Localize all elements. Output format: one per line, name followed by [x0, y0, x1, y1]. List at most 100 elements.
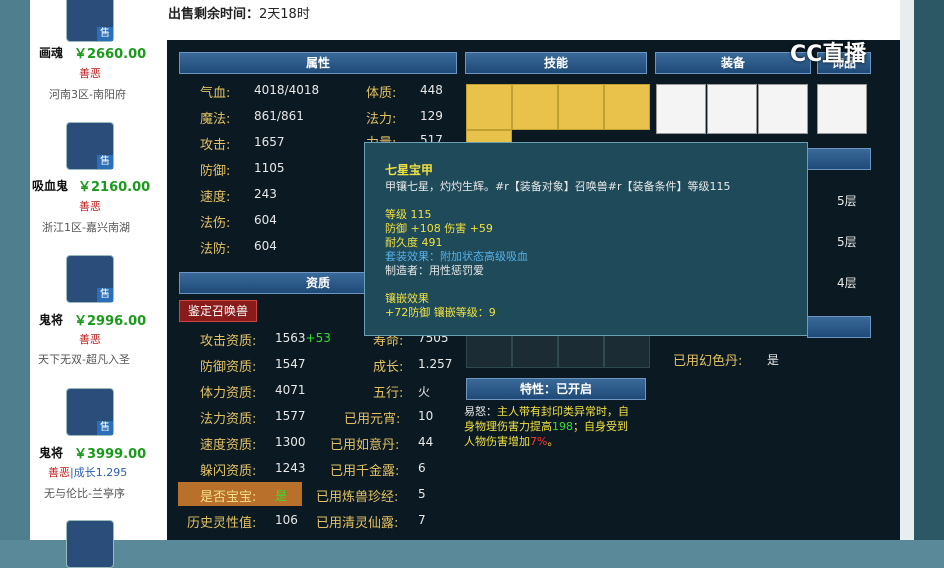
aptitude-label: 已用元宵: — [344, 412, 401, 427]
pet-avatar[interactable] — [66, 520, 114, 568]
attr-value: 604 — [254, 239, 277, 253]
attr-value: 861/861 — [254, 109, 304, 123]
attr-value: 448 — [420, 83, 443, 97]
ornament-flame-icon[interactable] — [817, 84, 867, 134]
sale-badge: 售 — [97, 421, 113, 435]
aptitude-label: 已用如意丹: — [330, 438, 400, 453]
pet-avatar[interactable]: 售 — [66, 0, 114, 42]
skill-slot-sun-icon[interactable] — [512, 84, 558, 130]
pet-price: ￥2160.00 — [78, 180, 151, 195]
sale-badge: 售 — [97, 155, 113, 169]
pet-type: 善恶 — [79, 67, 101, 80]
pet-avatar[interactable]: 售 — [66, 122, 114, 170]
equip-sub-header — [807, 148, 871, 170]
trait-header: 特性：已开启 — [466, 378, 646, 400]
attr-label: 气血: — [200, 86, 231, 101]
aptitude-label: 体力资质: — [200, 386, 257, 401]
equip-armor-icon[interactable] — [758, 84, 808, 134]
aptitude-value: 1577 — [275, 409, 306, 423]
pet-server: 天下无双-超凡入圣 — [38, 353, 130, 366]
skill-slot-eye-icon[interactable] — [558, 84, 604, 130]
attr-label: 法防: — [200, 242, 231, 257]
attr-value: 604 — [254, 213, 277, 227]
pet-server: 河南3区-南阳府 — [49, 88, 126, 101]
is-baby-value: 是 — [275, 489, 288, 503]
page-edge-right — [914, 0, 944, 540]
identify-pet-button[interactable]: 鉴定召唤兽 — [179, 300, 257, 322]
attr-label: 速度: — [200, 190, 231, 205]
attr-label: 体质: — [366, 86, 397, 101]
aptitude-label: 已用千金露: — [330, 464, 400, 479]
spirit-value: 106 — [275, 513, 298, 527]
aptitude-label: 速度资质: — [200, 438, 257, 453]
attr-label: 攻击: — [200, 138, 231, 153]
aptitude-value: 1563+53 — [275, 331, 331, 345]
attr-value: 1657 — [254, 135, 285, 149]
aptitude-value: 5 — [418, 487, 426, 501]
page-edge — [0, 0, 30, 540]
aptitude-value: 4071 — [275, 383, 306, 397]
sale-time-row: 出售剩余时间：2天18时 — [168, 3, 310, 22]
aptitude-value: 10 — [418, 409, 434, 423]
equipment-tooltip: 七星宝甲 甲镶七星，灼灼生辉。#r【装备对象】召唤兽#r【装备条件】等级115 … — [364, 142, 808, 336]
aptitude-value: 火 — [418, 385, 431, 399]
is-baby-label: 是否宝宝: — [200, 490, 257, 505]
aptitude-value: 44 — [418, 435, 434, 449]
equip-header: 装备 — [655, 52, 811, 74]
sale-badge: 售 — [97, 27, 113, 41]
attr-value: 243 — [254, 187, 277, 201]
aptitude-label: 防御资质: — [200, 360, 257, 375]
layer-value: 4层 — [837, 276, 857, 290]
tooltip-title: 七星宝甲 — [385, 163, 434, 177]
aptitude-label: 五行: — [373, 386, 404, 401]
pet-avatar[interactable]: 售 — [66, 388, 114, 436]
aptitude-value: 1300 — [275, 435, 306, 449]
skill-slot-blade-icon[interactable] — [466, 84, 512, 130]
stream-watermark-logo: CC直播 — [790, 42, 867, 67]
aptitude-value: 6 — [418, 461, 426, 475]
tooltip-maker: 制造者：用性惩罚爱 — [385, 264, 484, 277]
attr-label: 法伤: — [200, 216, 231, 231]
aptitude-value: 1547 — [275, 357, 306, 371]
pet-type: 善恶 — [79, 333, 101, 346]
attr-value: 4018/4018 — [254, 83, 320, 97]
equip-collar-icon[interactable] — [707, 84, 757, 134]
pet-type: 善恶 — [79, 200, 101, 213]
trait-text: 易怒：主人带有封印类异常时，自 身物理伤害力提高198；自身受到 人物伤害增加7… — [464, 405, 629, 448]
aptitude-label: 已用清灵仙露: — [316, 516, 399, 531]
sale-time-value: 2天18时 — [259, 7, 310, 22]
aptitude-label: 躲闪资质: — [200, 464, 257, 479]
aptitude-label: 成长: — [373, 360, 404, 375]
attr-label: 防御: — [200, 164, 231, 179]
used-color-value: 是 — [767, 353, 780, 367]
pet-price: ￥2660.00 — [74, 47, 147, 62]
layer-value: 5层 — [837, 235, 857, 249]
skills-header: 技能 — [465, 52, 647, 74]
sale-badge: 售 — [97, 288, 113, 302]
tooltip-inlay: +72防御 镶嵌等级：9 — [385, 306, 496, 319]
aptitude-value: 7 — [418, 513, 426, 527]
skill-slot-figure-icon[interactable] — [604, 84, 650, 130]
pet-type: 善恶|成长1.295 — [48, 466, 128, 479]
attrs-header: 属性 — [179, 52, 457, 74]
aptitude-label: 法力资质: — [200, 412, 257, 427]
sale-time-label: 出售剩余时间： — [168, 7, 260, 22]
layer-value: 5层 — [837, 194, 857, 208]
attr-label: 魔法: — [200, 112, 231, 127]
pet-server: 浙江1区-嘉兴南湖 — [42, 221, 130, 234]
attr-value: 129 — [420, 109, 443, 123]
equip-bracer-icon[interactable] — [656, 84, 706, 134]
pet-server: 无与伦比-兰亭序 — [44, 487, 125, 500]
pet-name[interactable]: 画魂 — [39, 44, 63, 61]
pet-avatar[interactable]: 售 — [66, 255, 114, 303]
scroll-gutter — [900, 0, 914, 540]
equip-sub-header — [807, 316, 871, 338]
spirit-label: 历史灵性值: — [187, 516, 257, 531]
pet-name[interactable]: 鬼将 — [39, 311, 63, 328]
aptitude-value: 1243 — [275, 461, 306, 475]
aptitude-label: 已用炼兽珍经: — [316, 490, 399, 505]
pet-name[interactable]: 鬼将 — [39, 444, 63, 461]
pet-name[interactable]: 吸血鬼 — [32, 177, 68, 194]
tooltip-desc: 甲镶七星，灼灼生辉。#r【装备对象】召唤兽#r【装备条件】等级115 — [385, 180, 731, 193]
aptitude-value: 1.257 — [418, 357, 453, 371]
